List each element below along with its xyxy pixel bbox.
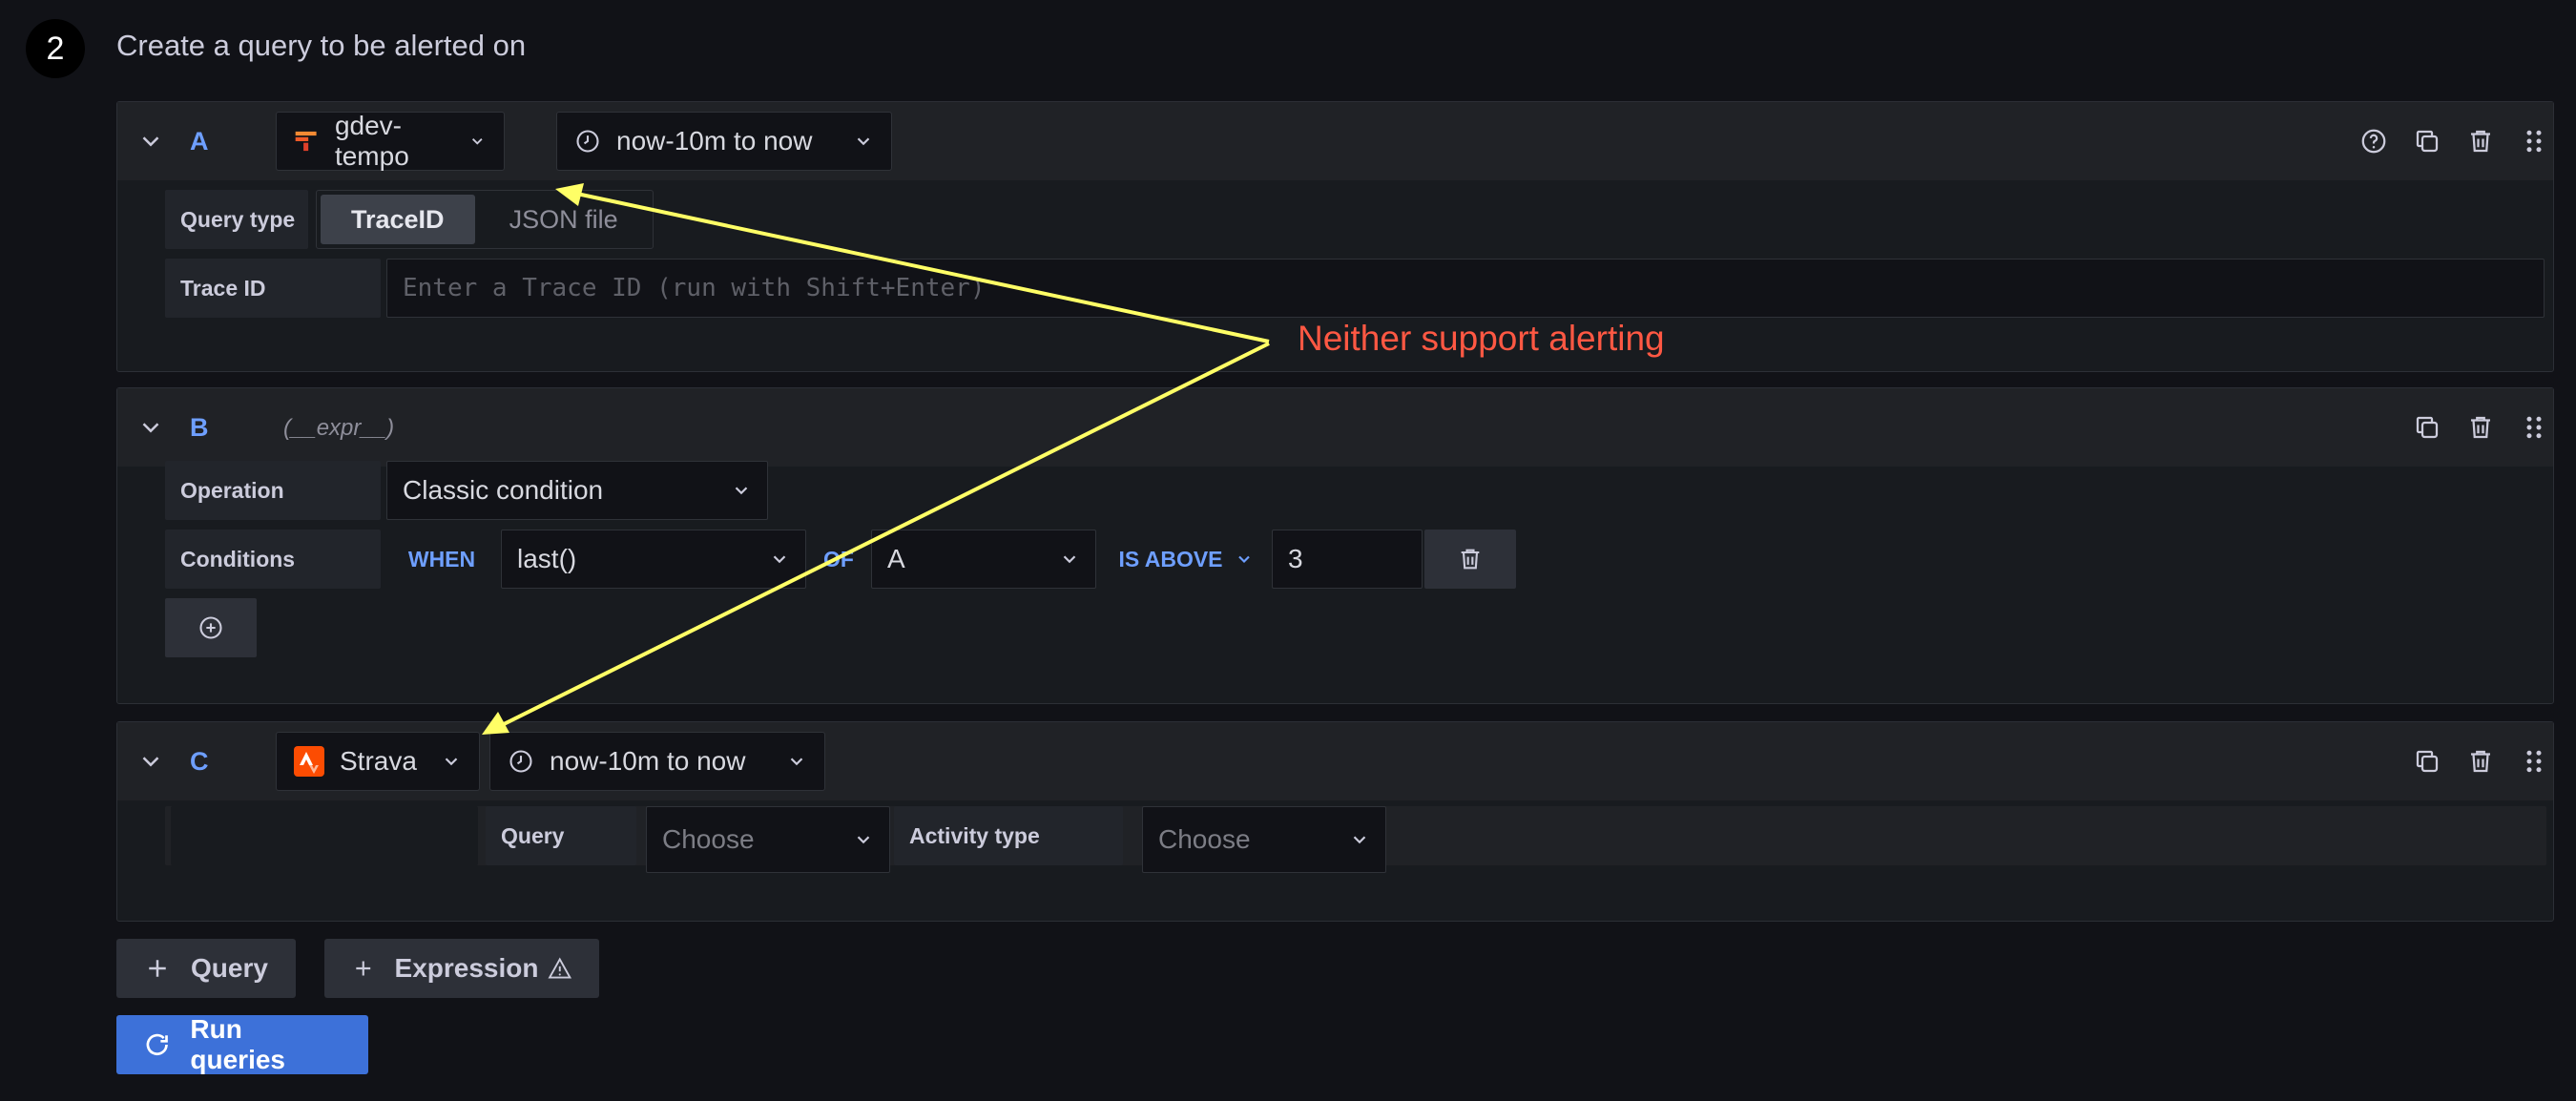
reducer-select[interactable]: last() [501,530,806,589]
chevron-down-icon [1063,555,1076,564]
query-label: Query [486,806,636,865]
query-ref-value: A [887,544,905,573]
clock-icon [576,130,599,153]
empty-field [171,806,478,865]
run-queries-button[interactable]: Run queries [116,1014,368,1074]
query-header-a: A gdev-tempo now-10m to now [117,102,2553,180]
duplicate-icon[interactable] [2413,413,2441,442]
operation-label: Operation [165,461,381,520]
trash-icon[interactable] [2466,747,2495,776]
conditions-label: Conditions [165,530,381,589]
strava-logo-icon [294,746,324,777]
trash-icon[interactable] [2466,413,2495,442]
duplicate-icon[interactable] [2413,127,2441,156]
trace-id-placeholder: Enter a Trace ID (run with Shift+Enter) [403,274,986,302]
datasource-picker[interactable]: Strava [276,732,480,791]
datasource-name: Strava [340,746,417,776]
trace-id-input[interactable]: Enter a Trace ID (run with Shift+Enter) [386,259,2545,318]
trash-icon [1461,549,1480,570]
query-panel-c: C Strava now-10m to now Query Choose Act… [116,721,2554,922]
remove-condition-button[interactable] [1424,530,1516,589]
query-actions [2413,413,2548,442]
query-type-label: Query type [165,190,308,249]
query-ref-id[interactable]: A [190,127,209,156]
clock-icon [509,750,532,773]
query-ref-id[interactable]: B [190,413,209,443]
trash-icon[interactable] [2466,127,2495,156]
chevron-down-icon [1237,555,1250,564]
drag-handle-icon[interactable] [2520,127,2548,156]
query-ref-select[interactable]: A [871,530,1096,589]
activity-type-placeholder: Choose [1158,824,1251,854]
trace-id-label: Trace ID [165,259,381,318]
plus-icon [356,961,371,976]
collapse-chevron-icon[interactable] [136,747,165,776]
time-range-picker[interactable]: now-10m to now [556,112,892,171]
annotation-text: Neither support alerting [1298,319,1665,358]
chevron-down-icon [857,836,870,844]
chevron-down-icon [790,758,803,766]
chevron-down-icon [773,555,786,564]
warning-icon [548,957,572,979]
query-type-radio-group: TraceID JSON file [316,190,654,249]
expression-hint: (__expr__) [283,415,395,441]
query-ref-id[interactable]: C [190,747,209,777]
threshold-value: 3 [1288,544,1303,573]
refresh-icon [146,1033,168,1056]
add-expression-button[interactable]: Expression [324,939,599,998]
step-title: Create a query to be alerted on [116,29,527,62]
tempo-logo-icon [295,131,317,152]
when-keyword: WHEN [386,530,497,589]
activity-type-label: Activity type [894,806,1123,865]
query-actions [2413,747,2548,776]
chevron-down-icon [857,137,870,146]
of-keyword: OF [810,530,867,589]
collapse-chevron-icon[interactable] [136,127,165,156]
query-placeholder: Choose [662,824,755,854]
duplicate-icon[interactable] [2413,747,2441,776]
datasource-name: gdev-tempo [334,111,409,171]
reducer-value: last() [517,544,577,573]
query-actions [2359,127,2548,156]
query-header-b: B (__expr__) [117,388,2553,467]
activity-type-select[interactable]: Choose [1142,806,1386,873]
chevron-down-icon [472,138,484,145]
time-range-value: now-10m to now [616,126,813,156]
time-range-picker[interactable]: now-10m to now [489,732,825,791]
time-range-value: now-10m to now [550,746,746,776]
add-query-button[interactable]: Query [116,939,296,998]
evaluator-value: IS ABOVE [1118,546,1223,571]
threshold-input[interactable]: 3 [1272,530,1423,589]
query-panel-b: B (__expr__) Operation Classic condition… [116,387,2554,704]
help-icon[interactable] [2359,127,2388,156]
operation-select[interactable]: Classic condition [386,461,768,520]
query-type-traceid[interactable]: TraceID [321,195,475,244]
query-select[interactable]: Choose [646,806,890,873]
add-query-label: Query [191,953,268,983]
add-condition-button[interactable] [165,598,257,657]
datasource-picker[interactable]: gdev-tempo [276,111,505,171]
query-header-c: C Strava now-10m to now [117,722,2553,800]
drag-handle-icon[interactable] [2520,747,2548,776]
run-queries-label: Run queries [190,1014,286,1074]
chevron-down-icon [1353,836,1366,844]
chevron-down-icon [735,487,748,495]
step-number: 2 [26,19,85,78]
add-expression-label: Expression [394,953,539,983]
plus-icon [149,960,166,977]
collapse-chevron-icon[interactable] [136,413,165,442]
evaluator-select[interactable]: IS ABOVE [1100,530,1272,589]
add-circle-icon [199,616,222,639]
operation-value: Classic condition [403,475,604,505]
chevron-down-icon [445,758,458,766]
query-type-json-file[interactable]: JSON file [479,195,649,244]
drag-handle-icon[interactable] [2520,413,2548,442]
